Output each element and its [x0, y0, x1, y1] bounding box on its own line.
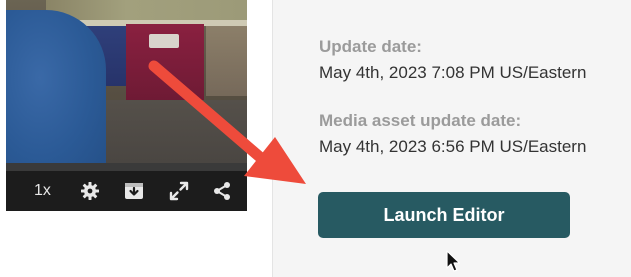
video-frame[interactable] — [6, 0, 247, 163]
share-icon[interactable] — [212, 181, 232, 206]
video-bin-label — [149, 34, 179, 48]
video-bin-tan — [206, 26, 247, 96]
video-person — [6, 10, 106, 163]
fullscreen-icon[interactable] — [169, 181, 189, 206]
update-date-label: Update date: — [319, 37, 422, 56]
launch-editor-button[interactable]: Launch Editor — [318, 192, 570, 238]
mouse-cursor-icon — [446, 250, 461, 272]
video-shelf — [46, 0, 247, 20]
update-date-value: May 4th, 2023 7:08 PM US/Eastern — [319, 63, 587, 82]
download-icon[interactable] — [124, 182, 144, 205]
screenshot-stage: 1x Update date: May 4th, 2023 7:08 PM US… — [0, 0, 631, 277]
playback-speed-button[interactable]: 1x — [34, 182, 51, 200]
media-update-date-value: May 4th, 2023 6:56 PM US/Eastern — [319, 137, 587, 156]
video-player: 1x — [6, 0, 247, 211]
asset-details-panel: Update date: May 4th, 2023 7:08 PM US/Ea… — [272, 0, 631, 277]
video-progress-bar[interactable] — [6, 163, 247, 171]
gear-icon[interactable] — [80, 181, 100, 206]
media-update-date-label: Media asset update date: — [319, 111, 522, 130]
player-controls: 1x — [6, 171, 247, 211]
